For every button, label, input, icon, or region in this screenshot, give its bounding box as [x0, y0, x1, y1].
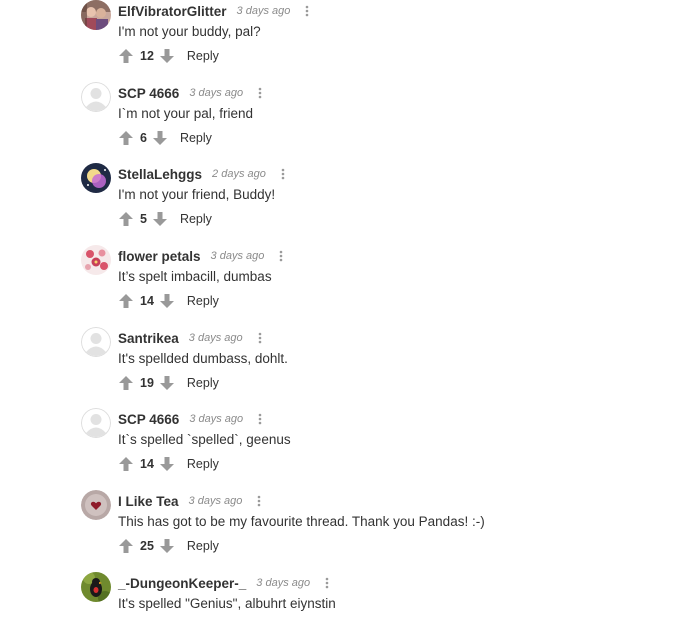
reply-button[interactable]: Reply — [187, 376, 219, 390]
user-avatar[interactable] — [81, 163, 111, 193]
upvote-icon[interactable] — [118, 129, 134, 147]
comment-timestamp: 3 days ago — [256, 577, 311, 589]
comment-text: It's spelled "Genius", albuhrt eiynstin — [118, 596, 336, 611]
user-avatar[interactable] — [81, 572, 111, 602]
more-options-icon[interactable] — [302, 3, 312, 19]
comment-item: ElfVibratorGlitter 3 days ago I'm not yo… — [81, 0, 681, 80]
default-avatar-icon — [81, 408, 111, 438]
vote-score: 25 — [140, 539, 154, 553]
comment-actions: 6 Reply — [118, 128, 212, 148]
reply-button[interactable]: Reply — [187, 49, 219, 63]
more-options-icon[interactable] — [276, 248, 286, 264]
comment-item: Santrikea 3 days ago It's spellded dumba… — [81, 327, 681, 407]
upvote-icon[interactable] — [118, 455, 134, 473]
more-options-icon[interactable] — [278, 166, 288, 182]
downvote-icon[interactable] — [159, 537, 175, 555]
reply-button[interactable]: Reply — [187, 294, 219, 308]
comment-username[interactable]: _-DungeonKeeper-_ — [118, 576, 246, 591]
more-options-icon[interactable] — [255, 85, 265, 101]
photo-avatar-icon — [81, 0, 111, 30]
comment-timestamp: 3 days ago — [189, 413, 244, 425]
vote-score: 6 — [140, 131, 147, 145]
comment-item: I Like Tea 3 days ago This has got to be… — [81, 490, 681, 570]
user-avatar[interactable] — [81, 245, 111, 275]
downvote-icon[interactable] — [159, 374, 175, 392]
reply-button[interactable]: Reply — [180, 131, 212, 145]
upvote-icon[interactable] — [118, 47, 134, 65]
user-avatar[interactable] — [81, 327, 111, 357]
comment-username[interactable]: SCP 4666 — [118, 86, 179, 101]
default-avatar-icon — [81, 327, 111, 357]
comment-item: SCP 4666 3 days ago I`m not your pal, fr… — [81, 82, 681, 162]
more-options-icon[interactable] — [255, 411, 265, 427]
comment-username[interactable]: StellaLehggs — [118, 167, 202, 182]
comment-item: flower petals 3 days ago It’s spelt imba… — [81, 245, 681, 325]
downvote-icon[interactable] — [159, 47, 175, 65]
more-options-icon[interactable] — [254, 493, 264, 509]
more-options-icon[interactable] — [322, 575, 332, 591]
vote-score: 14 — [140, 294, 154, 308]
comment-timestamp: 3 days ago — [188, 332, 243, 344]
comment-username[interactable]: ElfVibratorGlitter — [118, 4, 227, 19]
comment-actions: 5 Reply — [118, 209, 212, 229]
upvote-icon[interactable] — [118, 292, 134, 310]
comment-username[interactable]: Santrikea — [118, 331, 179, 346]
more-options-icon[interactable] — [255, 330, 265, 346]
downvote-icon[interactable] — [159, 455, 175, 473]
downvote-icon[interactable] — [159, 292, 175, 310]
comment-actions: 14 Reply — [118, 291, 219, 311]
comment-actions: 25 Reply — [118, 536, 219, 556]
vote-score: 19 — [140, 376, 154, 390]
user-avatar[interactable] — [81, 0, 111, 30]
downvote-icon[interactable] — [152, 210, 168, 228]
comment-username[interactable]: SCP 4666 — [118, 412, 179, 427]
bird-avatar-icon — [81, 572, 111, 602]
default-avatar-icon — [81, 82, 111, 112]
comment-text: I`m not your pal, friend — [118, 106, 254, 121]
vote-score: 5 — [140, 212, 147, 226]
comment-item: SCP 4666 3 days ago It`s spelled `spelle… — [81, 408, 681, 488]
comment-actions: 19 Reply — [118, 373, 219, 393]
comment-item: _-DungeonKeeper-_ 3 days ago It's spelle… — [81, 572, 681, 620]
reply-button[interactable]: Reply — [180, 212, 212, 226]
comment-timestamp: 3 days ago — [189, 87, 244, 99]
comment-username[interactable]: flower petals — [118, 249, 201, 264]
space-avatar-icon — [81, 163, 111, 193]
comment-username[interactable]: I Like Tea — [118, 494, 179, 509]
comment-text: It's spellded dumbass, dohlt. — [118, 351, 288, 366]
vote-score: 12 — [140, 49, 154, 63]
comment-actions: 14 Reply — [118, 454, 219, 474]
vote-score: 14 — [140, 457, 154, 471]
downvote-icon[interactable] — [152, 129, 168, 147]
comment-timestamp: 3 days ago — [188, 495, 243, 507]
upvote-icon[interactable] — [118, 374, 134, 392]
comment-actions: 12 Reply — [118, 46, 219, 66]
floral-avatar-icon — [81, 245, 111, 275]
upvote-icon[interactable] — [118, 537, 134, 555]
reply-button[interactable]: Reply — [187, 457, 219, 471]
upvote-icon[interactable] — [118, 210, 134, 228]
heart-avatar-icon — [81, 490, 111, 520]
comment-text: It’s spelt imbacill, dumbas — [118, 269, 272, 284]
user-avatar[interactable] — [81, 490, 111, 520]
user-avatar[interactable] — [81, 408, 111, 438]
comment-text: It`s spelled `spelled`, geenus — [118, 432, 291, 447]
comment-timestamp: 2 days ago — [212, 168, 266, 180]
comment-item: StellaLehggs 2 days ago I'm not your fri… — [81, 163, 681, 243]
user-avatar[interactable] — [81, 82, 111, 112]
comment-text: I'm not your friend, Buddy! — [118, 187, 276, 202]
comment-timestamp: 3 days ago — [210, 250, 265, 262]
comment-text: This has got to be my favourite thread. … — [118, 514, 485, 529]
comment-text: I'm not your buddy, pal? — [118, 24, 261, 39]
comment-timestamp: 3 days ago — [236, 5, 291, 17]
reply-button[interactable]: Reply — [187, 539, 219, 553]
